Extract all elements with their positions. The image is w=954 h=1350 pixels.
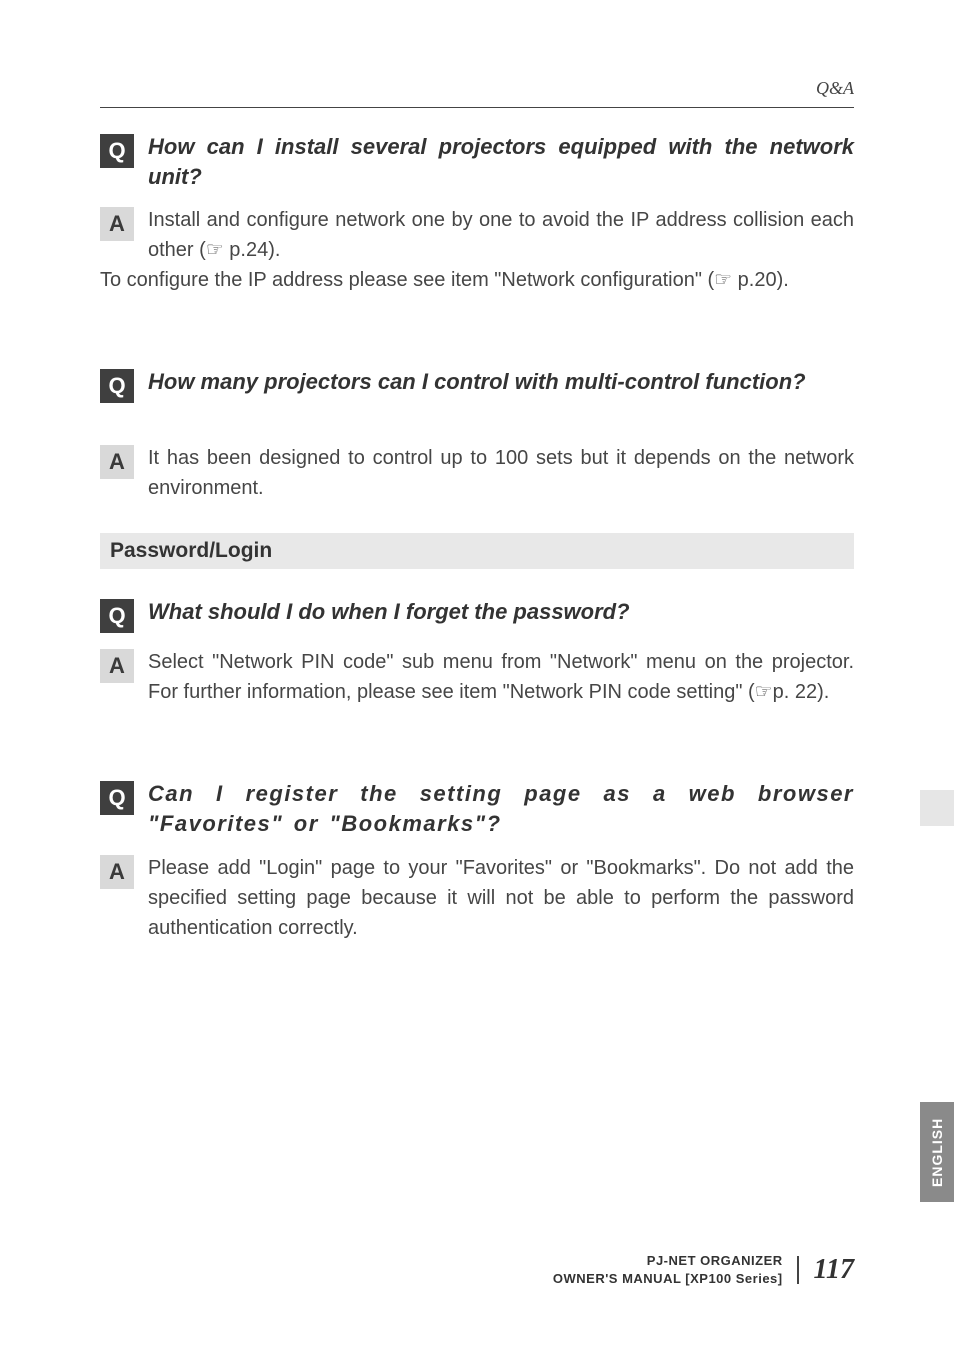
answer-fragment: ). [268, 239, 280, 261]
answer-row: A It has been designed to control up to … [100, 443, 854, 503]
header-rule [100, 107, 854, 108]
question-text: Can I register the setting page as a web… [148, 779, 854, 838]
qa-block: Q How many projectors can I control with… [100, 367, 854, 503]
qa-block: Q How can I install several projectors e… [100, 132, 854, 295]
page-number: 117 [814, 1254, 854, 1285]
answer-row: A Select "Network PIN code" sub menu fro… [100, 647, 854, 707]
question-text: How can I install several projectors equ… [148, 132, 854, 191]
q-badge-icon: Q [100, 781, 134, 815]
page-ref: ☞ p.20 [714, 269, 776, 291]
page-ref: ☞ p.24 [206, 239, 268, 261]
answer-fragment: ). [777, 269, 789, 291]
answer-text: It has been designed to control up to 10… [148, 443, 854, 503]
a-badge-icon: A [100, 649, 134, 683]
answer-text: Install and configure network one by one… [148, 205, 854, 265]
question-row: Q Can I register the setting page as a w… [100, 779, 854, 838]
question-row: Q What should I do when I forget the pas… [100, 597, 854, 633]
qa-block: Q Can I register the setting page as a w… [100, 779, 854, 942]
section-heading: Password/Login [100, 533, 854, 569]
side-tab-blank [920, 790, 954, 826]
page: Q&A Q How can I install several projecto… [0, 0, 954, 1350]
answer-row-continued: To configure the IP address please see i… [100, 265, 854, 295]
answer-fragment: ). [817, 681, 829, 703]
footer: PJ-NET ORGANIZER OWNER'S MANUAL [XP100 S… [553, 1252, 854, 1288]
answer-fragment: Select "Network PIN code" sub menu from … [148, 651, 854, 703]
q-badge-icon: Q [100, 599, 134, 633]
qa-block: Q What should I do when I forget the pas… [100, 597, 854, 707]
footer-divider [797, 1256, 799, 1284]
q-badge-icon: Q [100, 134, 134, 168]
running-head: Q&A [100, 78, 854, 99]
answer-row: A Install and configure network one by o… [100, 205, 854, 265]
question-text: How many projectors can I control with m… [148, 367, 854, 397]
question-row: Q How can I install several projectors e… [100, 132, 854, 191]
answer-text: Select "Network PIN code" sub menu from … [148, 647, 854, 707]
footer-product: PJ-NET ORGANIZER [647, 1253, 783, 1268]
a-badge-icon: A [100, 855, 134, 889]
page-ref: ☞p. 22 [755, 681, 817, 703]
answer-row: A Please add "Login" page to your "Favor… [100, 853, 854, 943]
a-badge-icon: A [100, 207, 134, 241]
a-badge-icon: A [100, 445, 134, 479]
question-text: What should I do when I forget the passw… [148, 597, 854, 627]
footer-manual: OWNER'S MANUAL [XP100 Series] [553, 1271, 783, 1286]
question-row: Q How many projectors can I control with… [100, 367, 854, 403]
language-tab: ENGLISH [920, 1102, 954, 1202]
answer-fragment: To configure the IP address please see i… [100, 269, 714, 291]
q-badge-icon: Q [100, 369, 134, 403]
answer-text: To configure the IP address please see i… [100, 265, 854, 295]
answer-text: Please add "Login" page to your "Favorit… [148, 853, 854, 943]
